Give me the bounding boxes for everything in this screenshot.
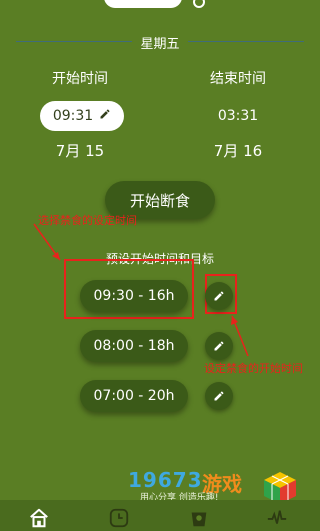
annotation-arrow-up xyxy=(231,315,249,357)
day-label: 星期五 xyxy=(0,33,320,52)
start-time-value: 09:31 xyxy=(52,108,94,124)
start-date: 7月 15 xyxy=(55,142,105,160)
annotation-set-start: 设定禁食的开始时间 xyxy=(204,362,303,375)
preset-item[interactable]: 09:30 - 16h xyxy=(80,280,188,312)
edit-preset-button[interactable] xyxy=(205,282,233,310)
top-toggle-dot xyxy=(193,0,205,8)
preset-item[interactable]: 08:00 - 18h xyxy=(80,330,188,362)
pulse-icon[interactable] xyxy=(266,507,288,529)
watermark-number: 19673 xyxy=(128,468,203,492)
end-time-value: 03:31 xyxy=(217,108,259,124)
pencil-icon xyxy=(214,391,224,401)
edit-preset-button[interactable] xyxy=(205,382,233,410)
clock-icon[interactable] xyxy=(108,507,130,529)
top-toggle-pill[interactable] xyxy=(104,0,182,8)
start-time-picker[interactable]: 09:31 xyxy=(40,101,124,131)
preset-item[interactable]: 07:00 - 20h xyxy=(80,380,188,412)
start-time-label: 开始时间 xyxy=(52,71,108,87)
pencil-icon xyxy=(99,108,111,124)
home-icon[interactable] xyxy=(28,507,50,529)
end-date: 7月 16 xyxy=(213,142,263,160)
pencil-icon xyxy=(214,291,224,301)
scale-icon[interactable] xyxy=(188,507,210,529)
end-time-label: 结束时间 xyxy=(210,71,266,87)
pencil-icon xyxy=(214,341,224,351)
